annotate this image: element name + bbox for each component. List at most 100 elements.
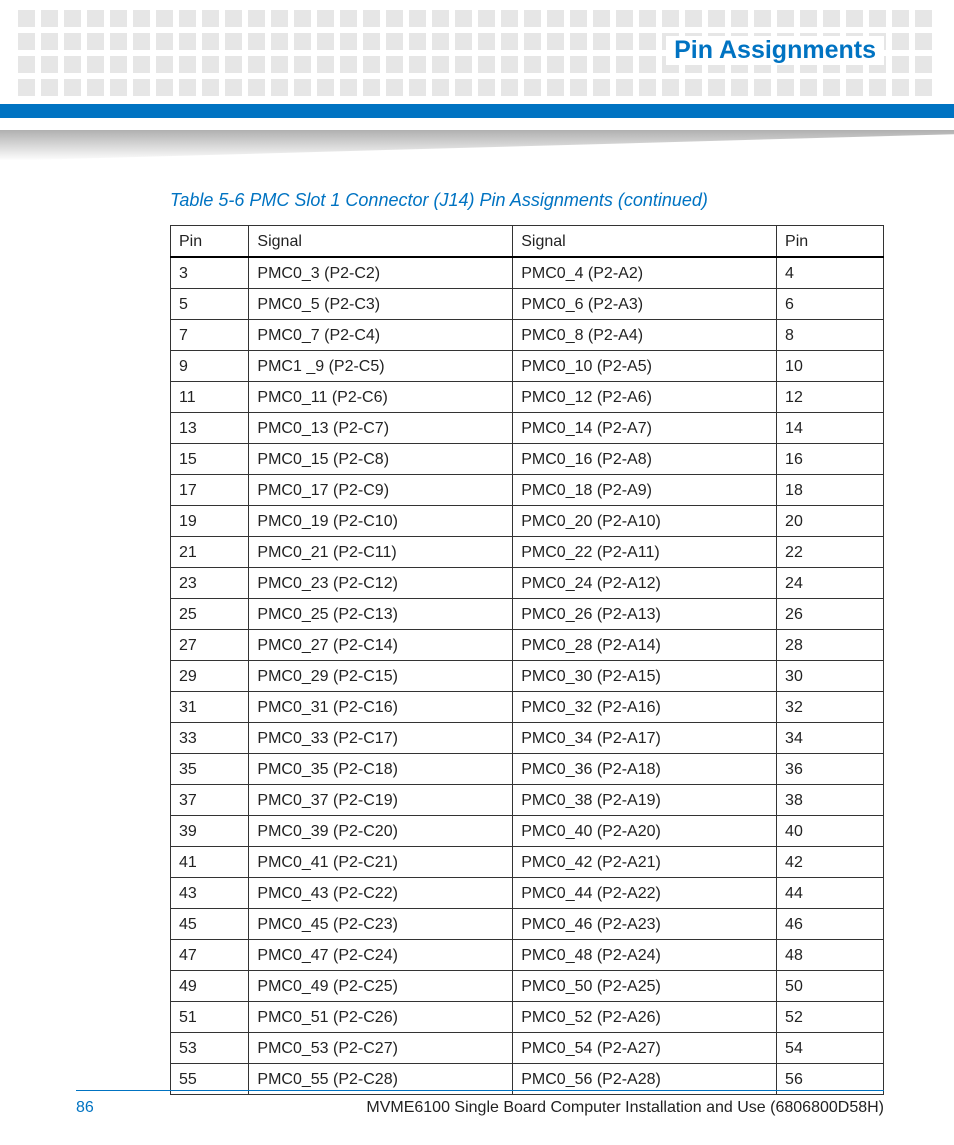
table-cell: PMC0_53 (P2-C27) [249,1033,513,1064]
table-cell: PMC0_25 (P2-C13) [249,599,513,630]
table-cell: 4 [777,257,884,289]
table-cell: PMC0_31 (P2-C16) [249,692,513,723]
table-cell: 49 [171,971,249,1002]
table-cell: PMC0_52 (P2-A26) [513,1002,777,1033]
table-row: 41PMC0_41 (P2-C21)PMC0_42 (P2-A21)42 [171,847,884,878]
table-header-row: Pin Signal Signal Pin [171,226,884,258]
table-cell: PMC0_16 (P2-A8) [513,444,777,475]
page-number: 86 [76,1099,94,1117]
table-cell: 38 [777,785,884,816]
page-footer: 86 MVME6100 Single Board Computer Instal… [76,1090,884,1117]
table-cell: 12 [777,382,884,413]
table-cell: 8 [777,320,884,351]
table-cell: PMC0_28 (P2-A14) [513,630,777,661]
table-cell: 6 [777,289,884,320]
table-cell: PMC0_24 (P2-A12) [513,568,777,599]
table-row: 15PMC0_15 (P2-C8)PMC0_16 (P2-A8)16 [171,444,884,475]
table-cell: PMC0_21 (P2-C11) [249,537,513,568]
table-row: 39PMC0_39 (P2-C20)PMC0_40 (P2-A20)40 [171,816,884,847]
col-header-pin-left: Pin [171,226,249,258]
table-cell: PMC0_17 (P2-C9) [249,475,513,506]
table-cell: PMC0_4 (P2-A2) [513,257,777,289]
table-row: 11PMC0_11 (P2-C6)PMC0_12 (P2-A6)12 [171,382,884,413]
table-cell: PMC0_49 (P2-C25) [249,971,513,1002]
table-cell: 42 [777,847,884,878]
table-row: 21PMC0_21 (P2-C11)PMC0_22 (P2-A11)22 [171,537,884,568]
table-cell: 48 [777,940,884,971]
table-cell: PMC0_40 (P2-A20) [513,816,777,847]
table-cell: 40 [777,816,884,847]
table-caption: Table 5-6 PMC Slot 1 Connector (J14) Pin… [170,190,884,211]
table-cell: 41 [171,847,249,878]
table-cell: PMC0_10 (P2-A5) [513,351,777,382]
table-row: 27PMC0_27 (P2-C14)PMC0_28 (P2-A14)28 [171,630,884,661]
table-cell: PMC0_23 (P2-C12) [249,568,513,599]
table-cell: PMC0_33 (P2-C17) [249,723,513,754]
table-cell: 45 [171,909,249,940]
table-cell: 46 [777,909,884,940]
table-cell: 31 [171,692,249,723]
table-cell: PMC0_37 (P2-C19) [249,785,513,816]
table-cell: 53 [171,1033,249,1064]
table-cell: 5 [171,289,249,320]
table-cell: 24 [777,568,884,599]
table-row: 49PMC0_49 (P2-C25)PMC0_50 (P2-A25)50 [171,971,884,1002]
table-cell: PMC0_13 (P2-C7) [249,413,513,444]
table-cell: 44 [777,878,884,909]
table-cell: PMC0_22 (P2-A11) [513,537,777,568]
table-cell: 3 [171,257,249,289]
col-header-signal-right: Signal [513,226,777,258]
table-cell: PMC0_50 (P2-A25) [513,971,777,1002]
table-cell: PMC0_5 (P2-C3) [249,289,513,320]
table-cell: PMC0_11 (P2-C6) [249,382,513,413]
header-blue-bar [0,104,954,118]
table-cell: 27 [171,630,249,661]
table-cell: 37 [171,785,249,816]
table-cell: 25 [171,599,249,630]
table-cell: PMC0_51 (P2-C26) [249,1002,513,1033]
table-cell: PMC0_35 (P2-C18) [249,754,513,785]
table-cell: PMC0_30 (P2-A15) [513,661,777,692]
table-row: 3PMC0_3 (P2-C2)PMC0_4 (P2-A2)4 [171,257,884,289]
table-cell: 54 [777,1033,884,1064]
table-cell: PMC0_45 (P2-C23) [249,909,513,940]
table-cell: PMC0_47 (P2-C24) [249,940,513,971]
header-gray-wedge [0,130,954,160]
table-cell: 7 [171,320,249,351]
table-cell: 52 [777,1002,884,1033]
table-cell: 26 [777,599,884,630]
table-cell: PMC0_32 (P2-A16) [513,692,777,723]
table-cell: 50 [777,971,884,1002]
table-row: 7PMC0_7 (P2-C4)PMC0_8 (P2-A4)8 [171,320,884,351]
table-cell: 18 [777,475,884,506]
table-cell: 47 [171,940,249,971]
table-cell: 34 [777,723,884,754]
table-row: 23PMC0_23 (P2-C12)PMC0_24 (P2-A12)24 [171,568,884,599]
table-row: 51PMC0_51 (P2-C26)PMC0_52 (P2-A26)52 [171,1002,884,1033]
table-row: 5PMC0_5 (P2-C3)PMC0_6 (P2-A3)6 [171,289,884,320]
table-cell: 33 [171,723,249,754]
table-cell: PMC0_39 (P2-C20) [249,816,513,847]
table-cell: 14 [777,413,884,444]
table-cell: PMC0_7 (P2-C4) [249,320,513,351]
table-cell: 28 [777,630,884,661]
table-row: 35PMC0_35 (P2-C18)PMC0_36 (P2-A18)36 [171,754,884,785]
table-cell: 43 [171,878,249,909]
table-row: 37PMC0_37 (P2-C19)PMC0_38 (P2-A19)38 [171,785,884,816]
table-cell: PMC0_14 (P2-A7) [513,413,777,444]
table-cell: PMC0_44 (P2-A22) [513,878,777,909]
table-cell: 16 [777,444,884,475]
table-cell: PMC0_20 (P2-A10) [513,506,777,537]
table-row: 25PMC0_25 (P2-C13)PMC0_26 (P2-A13)26 [171,599,884,630]
table-cell: PMC0_18 (P2-A9) [513,475,777,506]
page-section-title: Pin Assignments [666,36,884,65]
table-cell: 19 [171,506,249,537]
table-cell: PMC0_27 (P2-C14) [249,630,513,661]
table-cell: PMC0_26 (P2-A13) [513,599,777,630]
table-cell: 36 [777,754,884,785]
table-cell: 23 [171,568,249,599]
table-cell: PMC0_29 (P2-C15) [249,661,513,692]
table-cell: PMC0_46 (P2-A23) [513,909,777,940]
table-cell: 29 [171,661,249,692]
table-cell: 51 [171,1002,249,1033]
